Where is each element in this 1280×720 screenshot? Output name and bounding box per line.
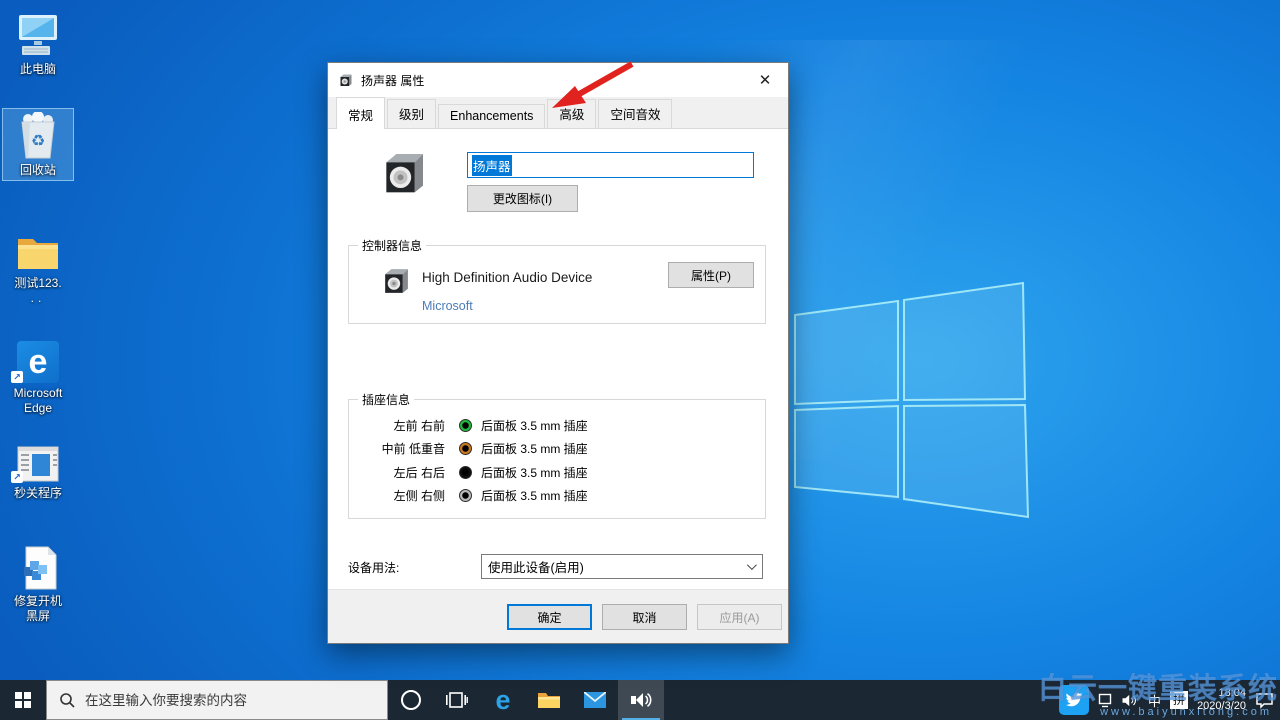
edge-icon: e ↗ bbox=[3, 335, 73, 383]
tray-clock[interactable]: 18:04 2020/3/20 bbox=[1197, 687, 1246, 713]
system-tray: 中 拼 18:04 2020/3/20 bbox=[1059, 680, 1274, 720]
mail-icon bbox=[584, 692, 606, 708]
desktop-icon-label: 秒关程序 bbox=[3, 486, 73, 501]
edge-taskbar-button[interactable]: e bbox=[480, 680, 526, 720]
tray-date: 2020/3/20 bbox=[1197, 700, 1246, 713]
change-icon-button[interactable]: 更改图标(I) bbox=[467, 185, 578, 212]
tray-time: 18:04 bbox=[1197, 687, 1246, 700]
speaker-device-icon bbox=[380, 149, 426, 199]
desktop-icon-quick-close-app[interactable]: ↗ 秒关程序 bbox=[2, 432, 74, 503]
desktop-icon-test123-folder[interactable]: 测试123... bbox=[2, 222, 74, 308]
app-window-icon: ↗ bbox=[3, 435, 73, 483]
mail-button[interactable] bbox=[572, 680, 618, 720]
notification-center-icon[interactable] bbox=[1255, 692, 1274, 709]
speaker-properties-dialog: 扬声器 属性 ✕ 常规 级别 Enhancements 高级 空间音效 扬声器 … bbox=[327, 62, 789, 644]
jack-row-rear: 左后 右后 后面板 3.5 mm 插座 bbox=[349, 462, 765, 482]
start-button[interactable] bbox=[0, 680, 46, 720]
ime-language-indicator[interactable]: 拼 bbox=[1170, 691, 1188, 709]
this-pc-icon bbox=[3, 11, 73, 59]
file-explorer-icon bbox=[537, 690, 561, 710]
jack-color-dot-gray bbox=[459, 489, 472, 502]
controller-info-group: 控制器信息 High Definition Audio Device Micro… bbox=[348, 245, 766, 324]
desktop-icon-this-pc[interactable]: 此电脑 bbox=[2, 8, 74, 79]
tab-spatial-sound[interactable]: 空间音效 bbox=[598, 99, 672, 128]
dialog-title: 扬声器 属性 bbox=[361, 72, 424, 89]
edge-icon: e bbox=[495, 687, 510, 714]
ime-mode-indicator[interactable]: 中 bbox=[1148, 691, 1161, 710]
properties-button[interactable]: 属性(P) bbox=[668, 262, 754, 288]
cortana-button[interactable] bbox=[388, 680, 434, 720]
general-tab-page: 扬声器 更改图标(I) 控制器信息 High Definition Audio … bbox=[328, 129, 788, 591]
twitter-bird-icon bbox=[1065, 692, 1083, 708]
dialog-footer: 确定 取消 应用(A) bbox=[328, 589, 788, 643]
desktop-icon-recycle-bin[interactable]: ♻ 回收站 bbox=[2, 108, 74, 181]
desktop-icon-fix-black-screen[interactable]: 修复开机黑屏 bbox=[2, 540, 74, 626]
shortcut-arrow-icon: ↗ bbox=[11, 371, 23, 383]
search-input[interactable] bbox=[85, 693, 365, 708]
chevron-down-icon bbox=[747, 560, 757, 570]
jack-row-side: 左侧 右侧 后面板 3.5 mm 插座 bbox=[349, 485, 765, 505]
task-view-button[interactable] bbox=[434, 680, 480, 720]
speaker-icon bbox=[630, 690, 652, 710]
shortcut-arrow-icon: ↗ bbox=[11, 471, 23, 483]
device-name-input[interactable]: 扬声器 bbox=[467, 152, 754, 178]
windows-logo-wallpaper bbox=[780, 270, 1036, 526]
desktop-icon-label: 修复开机黑屏 bbox=[3, 594, 73, 624]
speaker-small-icon bbox=[338, 73, 353, 88]
tab-levels[interactable]: 级别 bbox=[387, 99, 436, 128]
ok-button[interactable]: 确定 bbox=[507, 604, 592, 630]
desktop-icon-label: 回收站 bbox=[4, 163, 72, 178]
tab-advanced[interactable]: 高级 bbox=[547, 99, 596, 128]
jack-color-dot-green bbox=[459, 419, 472, 432]
recycle-bin-icon: ♻ bbox=[4, 112, 72, 160]
device-name-selected-text: 扬声器 bbox=[472, 155, 512, 176]
search-icon bbox=[59, 692, 75, 708]
controller-info-group-title: 控制器信息 bbox=[358, 237, 426, 254]
desktop-icon-label: MicrosoftEdge bbox=[3, 386, 73, 416]
tab-general[interactable]: 常规 bbox=[336, 97, 385, 129]
folder-icon bbox=[3, 225, 73, 273]
taskbar-search[interactable] bbox=[46, 680, 388, 720]
device-usage-select[interactable]: 使用此设备(启用) bbox=[481, 554, 763, 579]
desktop-icon-label: 测试123... bbox=[3, 276, 73, 306]
twitter-tray-button[interactable] bbox=[1059, 685, 1089, 715]
task-view-icon bbox=[446, 690, 468, 710]
jack-color-dot-orange bbox=[459, 442, 472, 455]
sound-settings-taskbar-button[interactable] bbox=[618, 680, 664, 720]
jack-info-group: 插座信息 左前 右前 后面板 3.5 mm 插座 中前 低重音 后面板 3.5 … bbox=[348, 399, 766, 519]
jack-row-center-sub: 中前 低重音 后面板 3.5 mm 插座 bbox=[349, 438, 765, 458]
close-icon[interactable]: ✕ bbox=[742, 63, 788, 96]
tab-strip: 常规 级别 Enhancements 高级 空间音效 bbox=[328, 97, 788, 129]
jack-info-group-title: 插座信息 bbox=[358, 391, 414, 408]
controller-speaker-icon bbox=[382, 266, 409, 297]
vendor-link[interactable]: Microsoft bbox=[422, 299, 473, 313]
tray-volume-icon[interactable] bbox=[1121, 693, 1139, 708]
controller-device-name: High Definition Audio Device bbox=[422, 270, 592, 285]
windows-start-icon bbox=[15, 692, 31, 708]
tab-enhancements[interactable]: Enhancements bbox=[438, 104, 545, 128]
cortana-icon bbox=[401, 690, 421, 710]
cancel-button[interactable]: 取消 bbox=[602, 604, 687, 630]
taskbar: e bbox=[0, 680, 1280, 720]
device-usage-label: 设备用法: bbox=[348, 559, 399, 576]
tray-monitor-icon[interactable] bbox=[1098, 693, 1112, 708]
jack-row-front: 左前 右前 后面板 3.5 mm 插座 bbox=[349, 415, 765, 435]
svg-text:♻: ♻ bbox=[31, 133, 45, 150]
desktop-icon-label: 此电脑 bbox=[3, 62, 73, 77]
dialog-titlebar[interactable]: 扬声器 属性 ✕ bbox=[328, 63, 788, 97]
apply-button: 应用(A) bbox=[697, 604, 782, 630]
jack-color-dot-black bbox=[459, 466, 472, 479]
registry-file-icon bbox=[3, 543, 73, 591]
desktop-icon-microsoft-edge[interactable]: e ↗ MicrosoftEdge bbox=[2, 332, 74, 418]
file-explorer-button[interactable] bbox=[526, 680, 572, 720]
